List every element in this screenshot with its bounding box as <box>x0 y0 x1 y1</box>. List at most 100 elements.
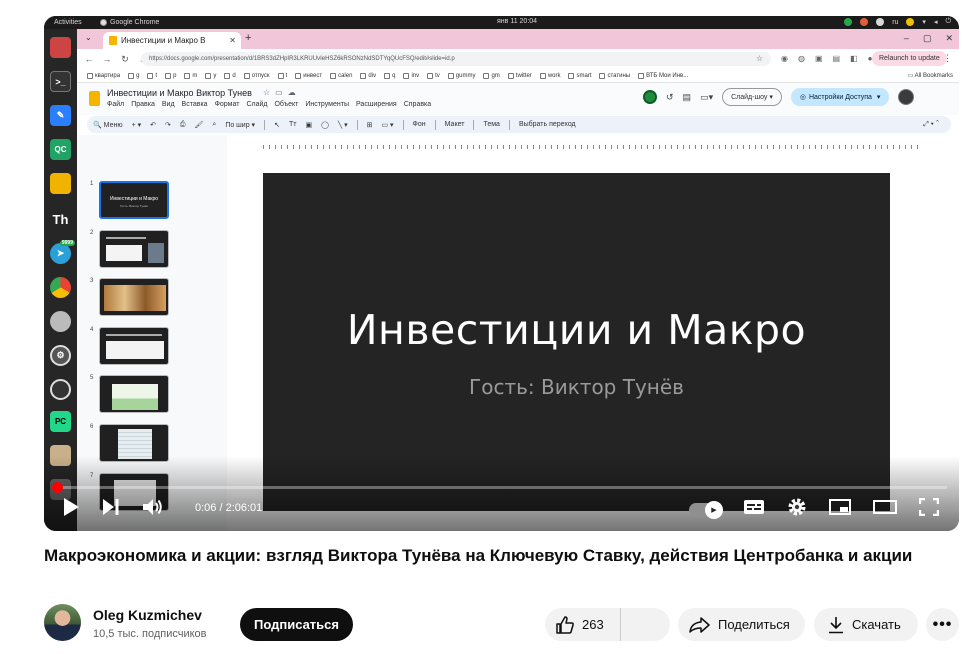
database-icon[interactable] <box>50 311 71 332</box>
account-avatar[interactable] <box>898 89 915 105</box>
bookmark-item[interactable]: inv <box>403 72 419 79</box>
menu-extensions[interactable]: Расширения <box>356 101 397 108</box>
tab-search-icon[interactable]: ⌄ <box>85 33 92 42</box>
paint-format-icon[interactable]: 🖌 <box>195 121 204 129</box>
bookmark-item[interactable]: инвест <box>295 72 322 79</box>
move-folder-icon[interactable]: ▭ <box>275 88 283 97</box>
play-icon[interactable] <box>62 497 80 522</box>
redo-icon[interactable]: ↷ <box>165 121 171 129</box>
progress-bar[interactable] <box>56 486 947 489</box>
volume-icon[interactable] <box>142 498 164 521</box>
video-call-icon[interactable]: ▭▾ <box>700 92 713 103</box>
th-app-icon[interactable]: Th <box>50 209 71 230</box>
background-button[interactable]: Фон <box>413 121 426 128</box>
like-button[interactable]: 263 <box>545 608 621 641</box>
bookmark-item[interactable]: g <box>128 72 139 79</box>
bookmark-item[interactable]: calen <box>330 72 352 79</box>
theater-mode-icon[interactable] <box>873 500 897 519</box>
extension-icon[interactable]: ◉ <box>781 54 788 63</box>
fill-color-icon[interactable]: ▭ ▾ <box>381 121 393 129</box>
forward-icon[interactable]: → <box>101 54 113 64</box>
zoom-icon[interactable]: ⌕ <box>212 121 216 129</box>
chrome-icon[interactable] <box>50 277 71 298</box>
settings-icon[interactable]: ⚙ <box>50 345 71 366</box>
bookmark-item[interactable]: m <box>184 72 197 79</box>
theme-button[interactable]: Тема <box>483 121 499 128</box>
document-title[interactable]: Инвестиции и Макро Виктор Тунев <box>107 88 252 98</box>
line-icon[interactable]: ╲ ▾ <box>338 121 348 129</box>
terminal-icon[interactable]: >_ <box>50 71 71 92</box>
text-box-icon[interactable]: Tт <box>289 121 296 128</box>
more-actions-button[interactable]: ••• <box>926 608 959 641</box>
slide-thumbnail[interactable] <box>99 375 169 413</box>
channel-name[interactable]: Oleg Kuzmichev <box>93 607 202 623</box>
bookmark-item[interactable]: tv <box>427 72 440 79</box>
slideshow-button[interactable]: Слайд-шоу ▾ <box>722 88 782 106</box>
comment-icon[interactable]: ⊞ <box>367 121 373 129</box>
slide-title[interactable]: Инвестиции и Макро <box>263 306 890 354</box>
settings-gear-icon[interactable] <box>787 497 807 522</box>
menu-view[interactable]: Вид <box>162 101 175 108</box>
fullscreen-icon[interactable] <box>918 497 940 521</box>
reload-icon[interactable]: ↻ <box>119 54 131 65</box>
slide-subtitle[interactable]: Гость: Виктор Тунёв <box>263 375 890 399</box>
select-tool-icon[interactable]: ↖ <box>274 121 280 129</box>
bookmark-item[interactable]: work <box>539 72 560 79</box>
extension-icon[interactable]: ▣ <box>815 54 823 63</box>
zoom-select[interactable]: По шир ▾ <box>225 121 255 129</box>
print-icon[interactable]: ⎙ <box>180 121 186 129</box>
download-button[interactable]: Скачать <box>814 608 918 641</box>
subtitles-icon[interactable] <box>743 499 765 520</box>
new-tab-button[interactable]: + <box>245 32 251 44</box>
close-tab-icon[interactable]: ✕ <box>229 36 236 45</box>
menu-file[interactable]: Файл <box>107 101 124 108</box>
activities-button[interactable]: Activities <box>54 19 90 26</box>
video-player[interactable]: Activities Google Chrome янв 11 20:04 ru… <box>44 16 959 531</box>
bookmark-item[interactable]: статины <box>599 72 630 79</box>
bookmark-item[interactable]: smart <box>568 72 591 79</box>
bookmark-item[interactable]: t <box>277 72 287 79</box>
bookmark-item[interactable]: t <box>147 72 157 79</box>
browser-tab[interactable]: Инвестиции и Макро В ✕ <box>103 32 241 49</box>
new-slide-icon[interactable]: + ▾ <box>132 121 142 129</box>
layout-button[interactable]: Макет <box>445 121 465 128</box>
menu-object[interactable]: Объект <box>274 101 298 108</box>
slide-thumbnail[interactable] <box>99 230 169 268</box>
meet-status-icon[interactable] <box>643 90 657 104</box>
comments-icon[interactable]: ▤ <box>683 92 692 103</box>
bookmark-item[interactable]: квартира <box>87 72 120 79</box>
menu-edit[interactable]: Правка <box>131 101 155 108</box>
bookmark-item[interactable]: ВТБ Мои Инв... <box>638 72 688 79</box>
close-window-icon[interactable]: ✕ <box>945 33 953 44</box>
maximize-icon[interactable]: ▢ <box>923 33 932 44</box>
share-video-button[interactable]: Поделиться <box>678 608 805 641</box>
autoplay-toggle[interactable]: ▶ <box>689 500 723 519</box>
share-button[interactable]: ◎ Настройки Доступа ▾ <box>790 88 890 106</box>
slides-logo-icon[interactable] <box>89 91 100 106</box>
extension-icon[interactable]: ◍ <box>798 54 805 63</box>
system-tray[interactable]: ru ▾ ◂ ⏻ <box>844 18 951 26</box>
menu-tools[interactable]: Инструменты <box>305 101 349 108</box>
notes-app-icon[interactable] <box>50 173 71 194</box>
menu-search[interactable]: 🔍 Меню <box>93 121 123 129</box>
obs-icon[interactable] <box>50 379 71 400</box>
os-clock[interactable]: янв 11 20:04 <box>497 18 537 25</box>
bookmark-item[interactable]: q <box>384 72 395 79</box>
menu-format[interactable]: Формат <box>215 101 240 108</box>
channel-avatar[interactable] <box>44 604 81 641</box>
bookmark-item[interactable]: gummy <box>447 72 475 79</box>
miniplayer-icon[interactable] <box>829 499 851 520</box>
slide-thumbnail[interactable] <box>99 327 169 365</box>
cloud-status-icon[interactable]: ☁ <box>288 88 296 97</box>
menu-help[interactable]: Справка <box>404 101 431 108</box>
collapse-toolbar-icon[interactable]: ⤢ ▾ ⌃ <box>923 121 939 129</box>
bookmark-item[interactable]: y <box>205 72 216 79</box>
bookmark-item[interactable]: div <box>360 72 376 79</box>
extension-icon[interactable]: ◧ <box>850 54 858 63</box>
dock-app-icon[interactable] <box>50 37 71 58</box>
bookmark-item[interactable]: d <box>224 72 236 79</box>
slide-thumbnail[interactable] <box>99 278 169 316</box>
bookmark-item[interactable]: отпуск <box>243 72 270 79</box>
bookmark-item[interactable]: twitter <box>507 72 532 79</box>
qc-app-icon[interactable]: QC <box>50 139 71 160</box>
